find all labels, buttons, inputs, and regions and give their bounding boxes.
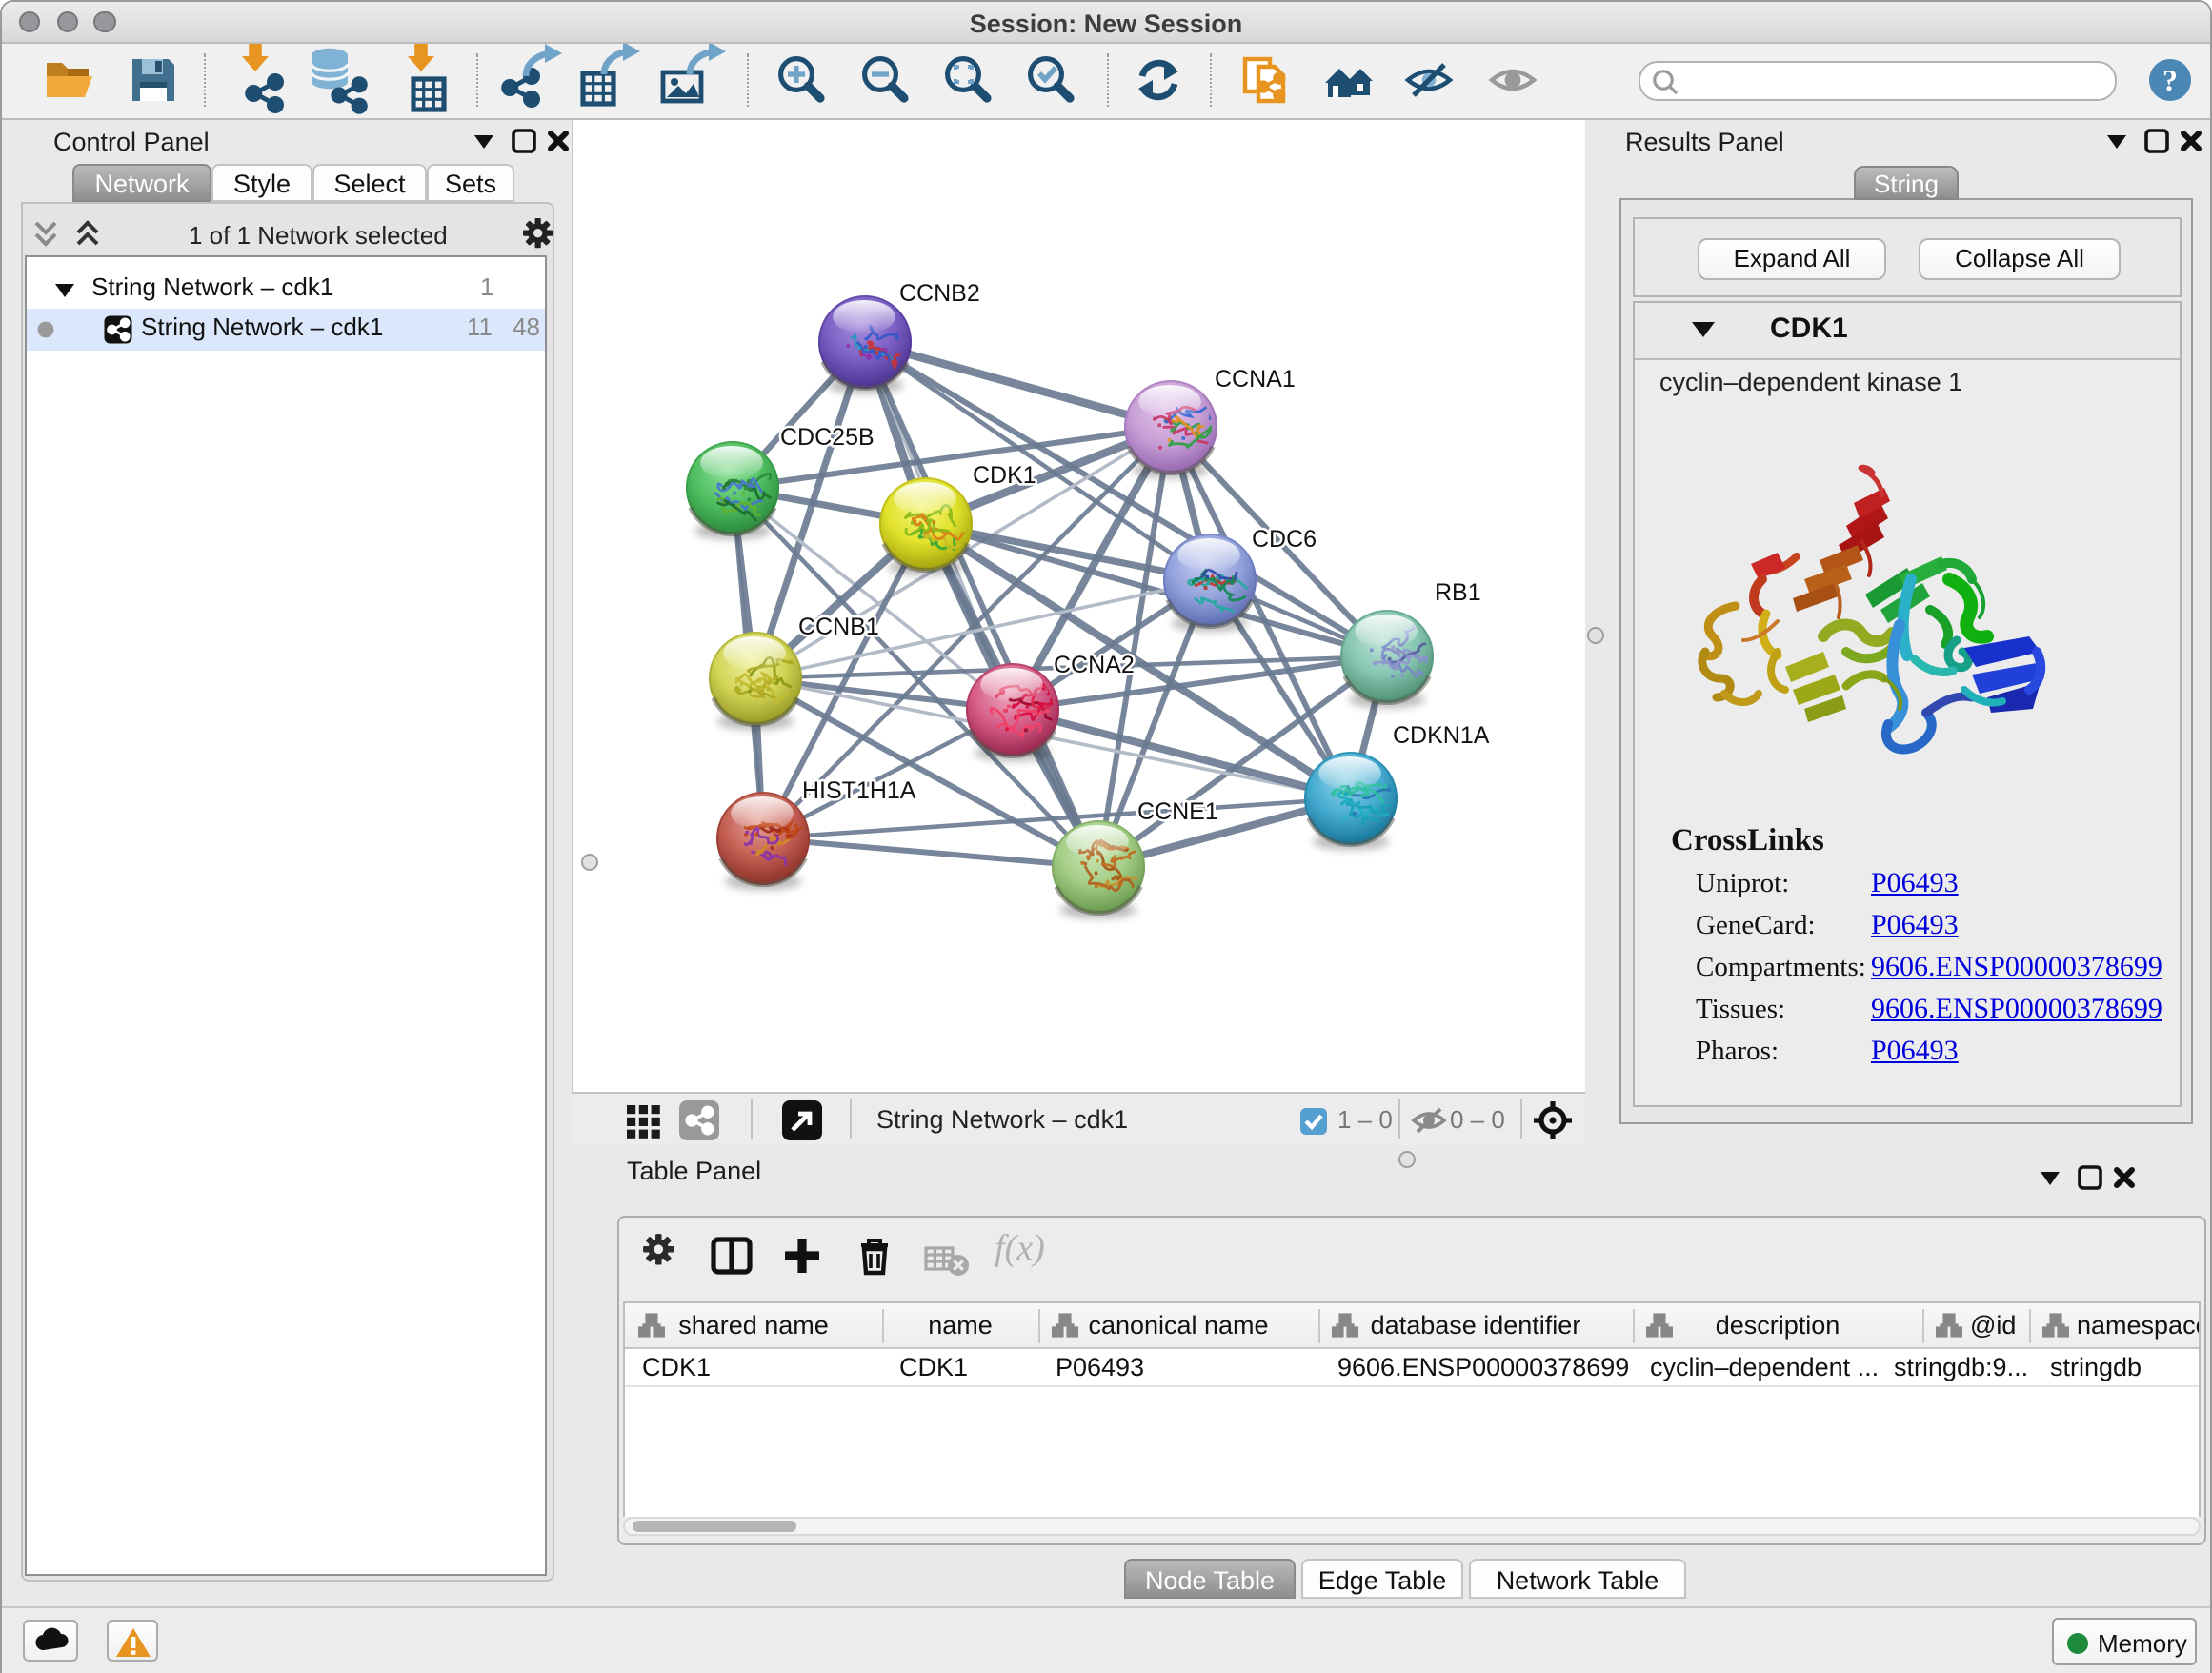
svg-text:CDKN1A: CDKN1A: [1393, 722, 1490, 749]
svg-text:?: ?: [2162, 63, 2178, 97]
svg-text:CDC25B: CDC25B: [780, 424, 875, 451]
svg-text:CCNB2: CCNB2: [899, 280, 980, 307]
svg-text:CCNE1: CCNE1: [1137, 798, 1218, 825]
svg-text:CCNA2: CCNA2: [1054, 652, 1135, 678]
svg-text:CDK1: CDK1: [973, 462, 1036, 489]
svg-text:CDC6: CDC6: [1252, 526, 1317, 553]
svg-text:CCNA1: CCNA1: [1215, 366, 1296, 393]
svg-text:RB1: RB1: [1435, 579, 1481, 606]
svg-text:HIST1H1A: HIST1H1A: [802, 777, 916, 804]
svg-text:CCNB1: CCNB1: [798, 614, 879, 640]
